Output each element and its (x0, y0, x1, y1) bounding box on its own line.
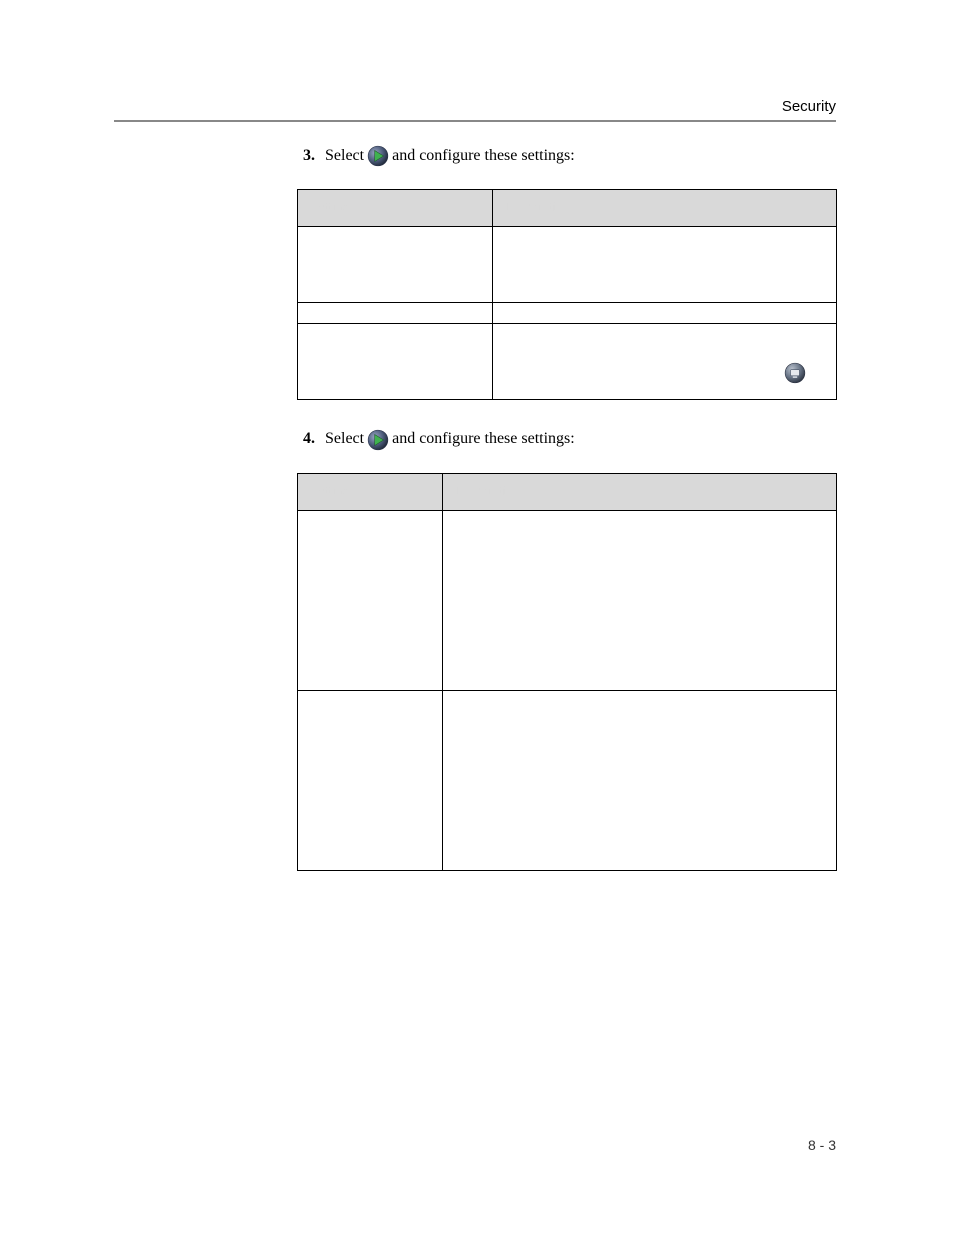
table-header-row: Setting Description (298, 190, 837, 227)
table-cell (443, 510, 837, 690)
settings-table-1: Setting Description (297, 189, 837, 400)
table-cell (298, 690, 443, 870)
near-button-icon (782, 362, 808, 384)
settings-table-2: Setting Description (297, 473, 837, 871)
table-cell (298, 510, 443, 690)
step-4-text-post: and configure these settings: (392, 428, 575, 450)
step-3-number: 3. (297, 145, 315, 167)
table-cell (493, 324, 837, 400)
step-4-text-pre: Select (325, 428, 364, 450)
table-row (298, 303, 837, 324)
table-cell (443, 690, 837, 870)
table-row (298, 690, 837, 870)
table-cell (298, 227, 493, 303)
page-number: 8 - 3 (808, 1137, 836, 1153)
table-header-cell: Setting (298, 190, 493, 227)
next-arrow-icon (364, 429, 392, 451)
table-header-cell: Setting (298, 473, 443, 510)
step-3-text-post: and configure these settings: (392, 145, 575, 167)
content-area: 3. Select a (297, 145, 837, 899)
table-row (298, 324, 837, 400)
step-4-number: 4. (297, 428, 315, 450)
table-header-cell: Description (493, 190, 837, 227)
table-cell (298, 303, 493, 324)
step-3-text-pre: Select (325, 145, 364, 167)
header-section-label: Security (782, 98, 836, 115)
table-header-row: Setting Description (298, 473, 837, 510)
header-divider (114, 120, 836, 122)
table-row (298, 510, 837, 690)
next-arrow-icon (364, 145, 392, 167)
table-cell (298, 324, 493, 400)
table-cell (493, 303, 837, 324)
step-3: 3. Select a (297, 145, 837, 400)
table-row (298, 227, 837, 303)
step-4: 4. Select and configure these settings: … (297, 428, 837, 870)
table-header-cell: Description (443, 473, 837, 510)
table-cell (493, 227, 837, 303)
